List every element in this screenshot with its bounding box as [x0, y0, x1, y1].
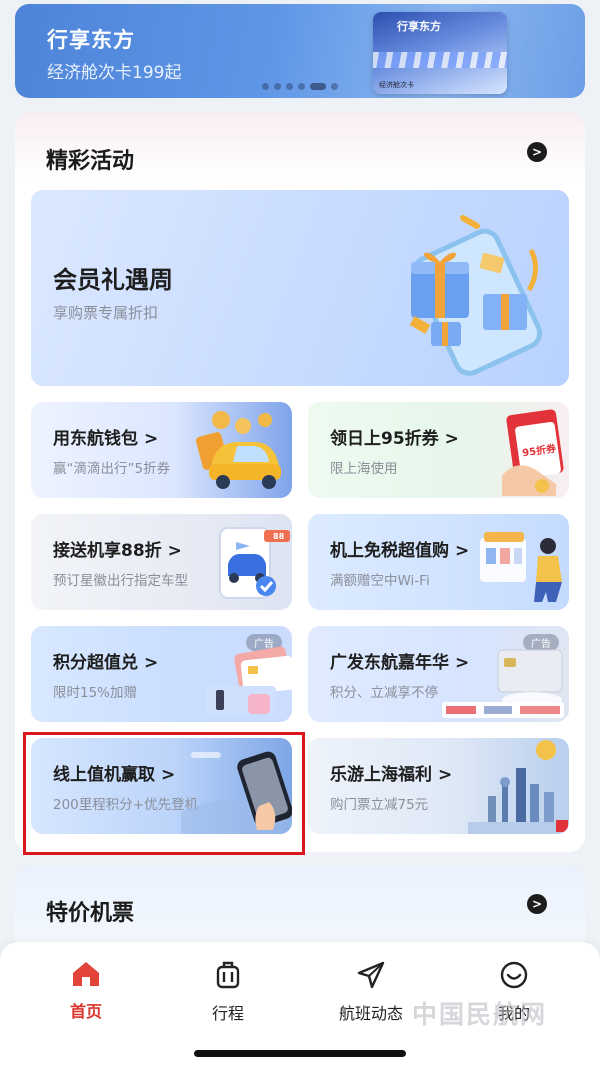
gift-phone-icon	[409, 215, 543, 376]
airport-transfer-tile[interactable]: 接送机享88折 > 预订星徽出行指定车型 88	[31, 514, 292, 610]
highlight-box	[23, 732, 305, 855]
card-cosmetics-icon	[206, 646, 292, 714]
featured-subtitle: 享购票专属折扣	[53, 304, 159, 322]
wallet-tile[interactable]: 用东航钱包 > 赢“滴滴出行”5折券	[31, 402, 292, 498]
tile-title: 接送机享88折	[53, 541, 162, 561]
deals-more-icon[interactable]: >	[527, 894, 547, 914]
shanghai-travel-tile[interactable]: 乐游上海福利 > 购门票立减75元	[308, 738, 569, 834]
cgb-carnival-tile[interactable]: 广发东航嘉年华 > 积分、立减享不停 广告	[308, 626, 569, 722]
paper-plane-icon	[357, 961, 385, 989]
tile-subtitle: 限上海使用	[330, 461, 398, 477]
smiley-icon	[500, 961, 528, 989]
chevron-right-icon: >	[438, 765, 453, 785]
discount-badge: 88	[273, 532, 285, 541]
luggage-icon	[216, 961, 240, 989]
tile-subtitle: 预订星徽出行指定车型	[53, 573, 188, 589]
chevron-right-icon: >	[455, 541, 470, 561]
car-coins-icon	[195, 411, 281, 489]
chevron-right-icon: >	[144, 429, 159, 449]
deals-title: 特价机票	[46, 901, 135, 926]
promo-banner[interactable]: 行享东方 经济舱次卡199起 行享东方 经济舱次卡	[15, 4, 585, 98]
tile-subtitle: 限时15%加赠	[53, 685, 138, 701]
tile-title: 乐游上海福利	[330, 765, 432, 785]
home-icon	[73, 962, 99, 986]
pass-card-title: 行享东方	[397, 20, 441, 33]
featured-title: 会员礼遇周	[53, 266, 173, 294]
chevron-right-icon: >	[444, 429, 459, 449]
tile-title: 领日上95折券	[330, 429, 439, 449]
section-more-icon[interactable]: >	[527, 142, 547, 162]
banner-subtitle: 经济舱次卡199起	[47, 63, 182, 83]
chevron-right-icon: >	[167, 541, 182, 561]
tab-home[interactable]: 首页	[26, 960, 146, 1022]
banner-title: 行享东方	[47, 28, 135, 52]
shopping-person-icon	[480, 532, 562, 602]
carousel-dot	[274, 83, 281, 90]
tile-title: 广发东航嘉年华	[330, 653, 449, 673]
tile-subtitle: 购门票立减75元	[330, 797, 429, 813]
chevron-right-icon: >	[144, 653, 159, 673]
credit-card-icon	[442, 649, 564, 718]
carousel-dots	[262, 83, 338, 90]
section-title: 精彩活动	[46, 149, 135, 174]
tile-title: 用东航钱包	[53, 429, 138, 449]
carousel-dot	[262, 83, 269, 90]
tab-label: 首页	[69, 1002, 102, 1021]
tile-title: 积分超值兑	[53, 653, 138, 673]
inflight-dutyfree-tile[interactable]: 机上免税超值购 > 满额赠空中Wi-Fi	[308, 514, 569, 610]
tab-trips[interactable]: 行程	[168, 960, 288, 1024]
carousel-dot	[331, 83, 338, 90]
tile-subtitle: 积分、立减享不停	[330, 685, 438, 701]
watermark: 中国民航网	[412, 1000, 548, 1029]
city-skyline-icon	[468, 740, 569, 834]
tab-label: 行程	[211, 1004, 244, 1023]
pass-card-caption: 经济舱次卡	[379, 81, 414, 89]
carousel-dot-active	[310, 83, 326, 90]
pass-card-image: 行享东方 经济舱次卡	[373, 12, 507, 94]
member-week-banner[interactable]: 会员礼遇周 享购票专属折扣	[31, 190, 569, 386]
tile-subtitle: 满额赠空中Wi-Fi	[330, 573, 430, 589]
carousel-dot	[298, 83, 305, 90]
duty-free-coupon-tile[interactable]: 领日上95折券 > 限上海使用 95折券	[308, 402, 569, 498]
carousel-dot	[286, 83, 293, 90]
card-stripe	[373, 52, 507, 68]
home-indicator[interactable]	[194, 1050, 406, 1057]
points-exchange-tile[interactable]: 积分超值兑 > 限时15%加赠 广告	[31, 626, 292, 722]
tile-title: 机上免税超值购	[330, 541, 449, 561]
tile-subtitle: 赢“滴滴出行”5折券	[53, 461, 171, 477]
